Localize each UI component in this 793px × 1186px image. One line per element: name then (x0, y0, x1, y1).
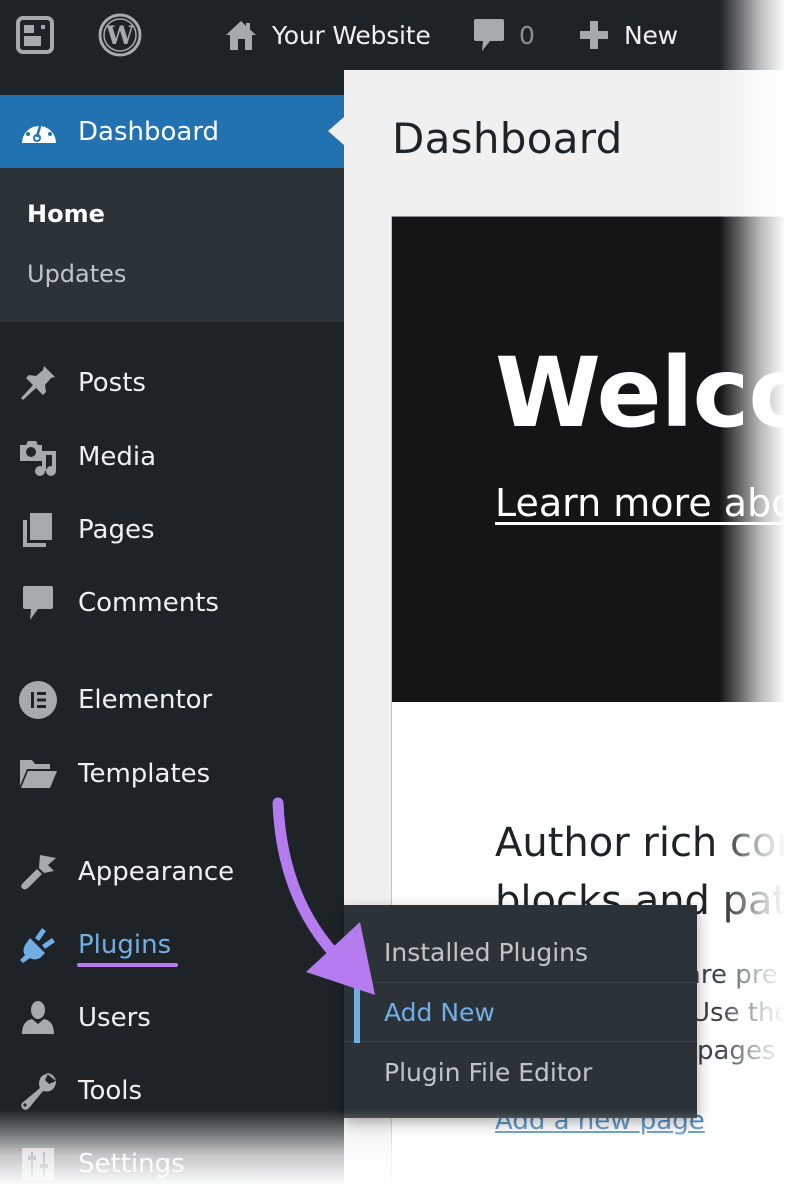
flyout-item-installed-plugins[interactable]: Installed Plugins (344, 922, 697, 982)
sidebar-item-label: Settings (78, 1149, 185, 1179)
sidebar-item-label: Elementor (78, 685, 213, 715)
current-menu-pointer (328, 117, 344, 145)
comment-icon (474, 19, 504, 51)
comments-count: 0 (519, 20, 535, 50)
sidebar-item-label: Appearance (78, 857, 235, 887)
sidebar-item-elementor[interactable]: Elementor (0, 670, 344, 730)
sidebar-item-appearance[interactable]: Appearance (0, 842, 344, 902)
sidebar-item-label: Tools (78, 1076, 143, 1106)
sidebar-item-comments[interactable]: Comments (0, 573, 344, 633)
media-icon (18, 437, 58, 477)
sidebar-item-label: Plugins (78, 930, 172, 960)
flyout-item-label: Installed Plugins (384, 937, 589, 967)
current-indicator (354, 983, 360, 1043)
admin-sidebar: Dashboard Home Updates Posts Media Pages… (0, 70, 344, 1186)
sidebar-item-pages[interactable]: Pages (0, 500, 344, 560)
admin-bar: W Your Website 0 New (0, 0, 793, 70)
sidebar-item-label: Templates (78, 759, 211, 789)
author-heading-line: Author rich con (495, 820, 793, 866)
sidebar-item-templates[interactable]: Templates (0, 744, 344, 804)
comment-icon (18, 583, 58, 623)
settings-sliders-icon (18, 1144, 58, 1184)
sidebar-item-posts[interactable]: Posts (0, 353, 344, 413)
flyout-item-add-new[interactable]: Add New (344, 982, 697, 1043)
page-title: Dashboard (392, 114, 623, 163)
welcome-title: Welco (495, 337, 793, 449)
pages-icon (18, 510, 58, 550)
sidebar-item-tools[interactable]: Tools (0, 1061, 344, 1121)
sidebar-item-plugins[interactable]: Plugins (0, 915, 344, 975)
paintbrush-icon (18, 852, 58, 892)
sidebar-item-settings[interactable]: Settings (0, 1134, 344, 1186)
sidebar-item-label: Dashboard (78, 116, 220, 147)
dashboard-gauge-icon (22, 118, 56, 143)
submenu-item-home[interactable]: Home (27, 200, 105, 228)
pushpin-icon (18, 363, 58, 403)
site-home-link[interactable]: Your Website (224, 0, 431, 70)
dashboard-submenu: Home Updates (0, 168, 344, 322)
site-editor-icon (16, 16, 54, 54)
highlight-underline (77, 963, 178, 967)
sidebar-item-label: Media (78, 442, 157, 472)
site-name: Your Website (272, 20, 431, 50)
sidebar-item-label: Comments (78, 588, 219, 618)
sidebar-item-dashboard[interactable]: Dashboard (0, 95, 344, 168)
comments-link[interactable]: 0 (473, 0, 535, 70)
svg-text:W: W (105, 21, 135, 50)
flyout-item-plugin-file-editor[interactable]: Plugin File Editor (344, 1042, 697, 1102)
folder-open-icon (18, 754, 58, 794)
elementor-icon (18, 680, 58, 720)
plugin-icon (18, 925, 58, 965)
wordpress-menu-button[interactable]: W (98, 0, 142, 70)
sidebar-item-users[interactable]: Users (0, 988, 344, 1048)
learn-more-link[interactable]: Learn more abo (495, 481, 793, 525)
sidebar-item-media[interactable]: Media (0, 427, 344, 487)
user-icon (18, 998, 58, 1038)
wordpress-logo-icon: W (98, 13, 142, 57)
plugins-flyout-menu: Installed Plugins Add New Plugin File Ed… (344, 905, 697, 1118)
flyout-item-label: Plugin File Editor (384, 1057, 593, 1087)
plus-icon (580, 21, 608, 49)
new-label: New (624, 20, 678, 50)
new-content-button[interactable]: New (578, 0, 678, 70)
home-icon (226, 21, 256, 50)
site-editor-button[interactable] (16, 0, 54, 70)
welcome-header: Welco Learn more abo (392, 216, 793, 702)
sidebar-item-label: Posts (78, 368, 146, 398)
sidebar-item-label: Users (78, 1003, 151, 1033)
submenu-item-updates[interactable]: Updates (27, 260, 126, 288)
sidebar-item-label: Pages (78, 515, 155, 545)
wrench-icon (18, 1071, 58, 1111)
flyout-item-label: Add New (384, 997, 495, 1027)
